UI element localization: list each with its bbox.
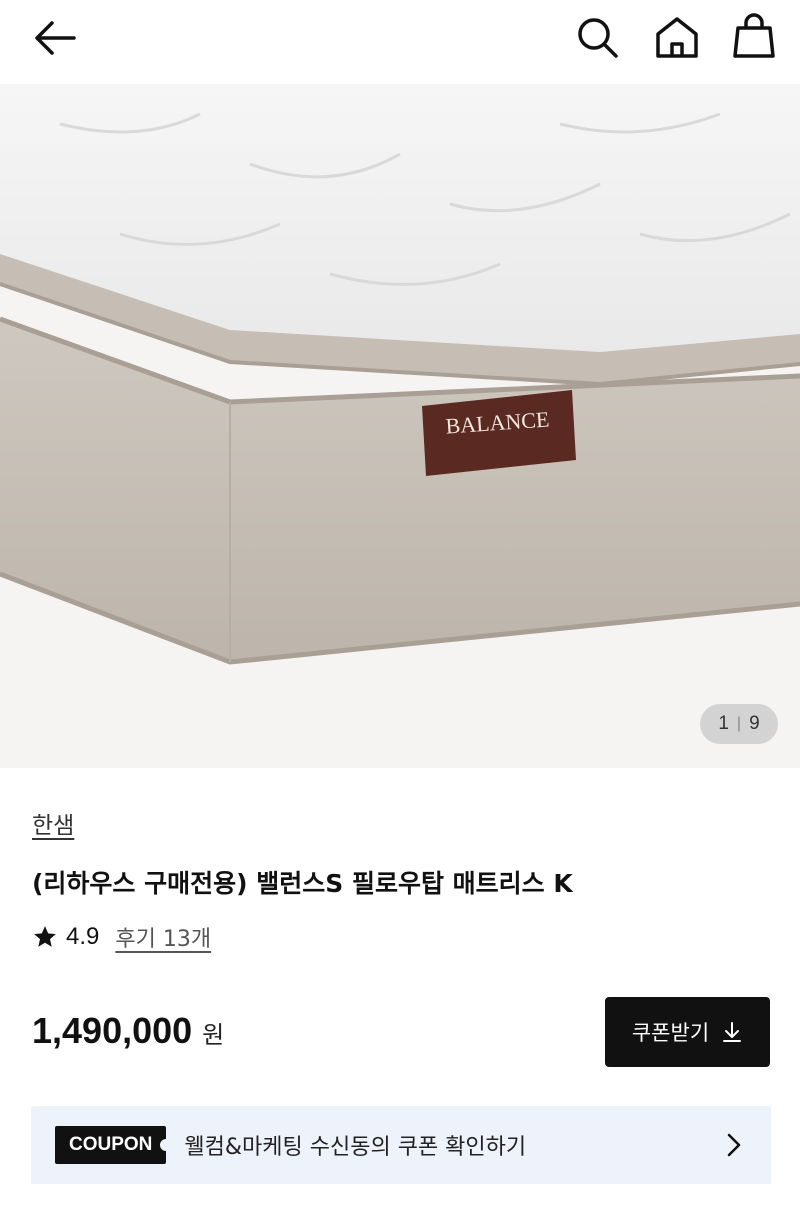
badge-notch: [160, 1139, 173, 1151]
page-separator: |: [736, 715, 742, 732]
download-icon: [723, 1022, 742, 1042]
price-amount: 1,490,000: [32, 1010, 193, 1051]
shopping-bag-icon: [733, 13, 775, 58]
product-title: (리하우스 구매전용) 밸런스S 필로우탑 매트리스 K: [32, 869, 573, 898]
get-coupon-label: 쿠폰받기: [631, 1021, 710, 1045]
product-image[interactable]: BALANCE 1 | 9: [0, 84, 800, 768]
top-bar: [0, 0, 800, 84]
price: 1,490,000 원: [32, 1010, 224, 1052]
coupon-banner[interactable]: COUPON 웰컴&마케팅 수신동의 쿠폰 확인하기: [31, 1106, 771, 1184]
price-unit: 원: [202, 1021, 225, 1049]
home-button[interactable]: [650, 12, 704, 64]
back-button[interactable]: [28, 14, 84, 62]
reviews-link[interactable]: 후기 13개: [115, 921, 211, 953]
coupon-banner-text: 웰컴&마케팅 수신동의 쿠폰 확인하기: [184, 1135, 527, 1160]
coupon-badge: COUPON: [55, 1126, 173, 1164]
coupon-badge-label: COUPON: [69, 1134, 153, 1155]
arrow-left-icon: [35, 21, 76, 55]
mattress-image: BALANCE: [0, 84, 800, 768]
current-page: 1: [718, 713, 729, 734]
total-pages: 9: [749, 713, 760, 734]
get-coupon-button[interactable]: 쿠폰받기: [605, 997, 770, 1067]
rating-row: 4.9 후기 13개: [32, 920, 211, 954]
chevron-right-icon: [727, 1133, 741, 1157]
star-icon: [34, 926, 56, 947]
brand-link[interactable]: 한샘: [32, 806, 74, 840]
image-page-indicator: 1 | 9: [700, 704, 778, 744]
home-icon: [656, 17, 698, 58]
cart-button[interactable]: [728, 10, 780, 64]
search-icon: [578, 18, 618, 58]
search-button[interactable]: [572, 12, 624, 64]
rating-score: 4.9: [66, 923, 100, 950]
